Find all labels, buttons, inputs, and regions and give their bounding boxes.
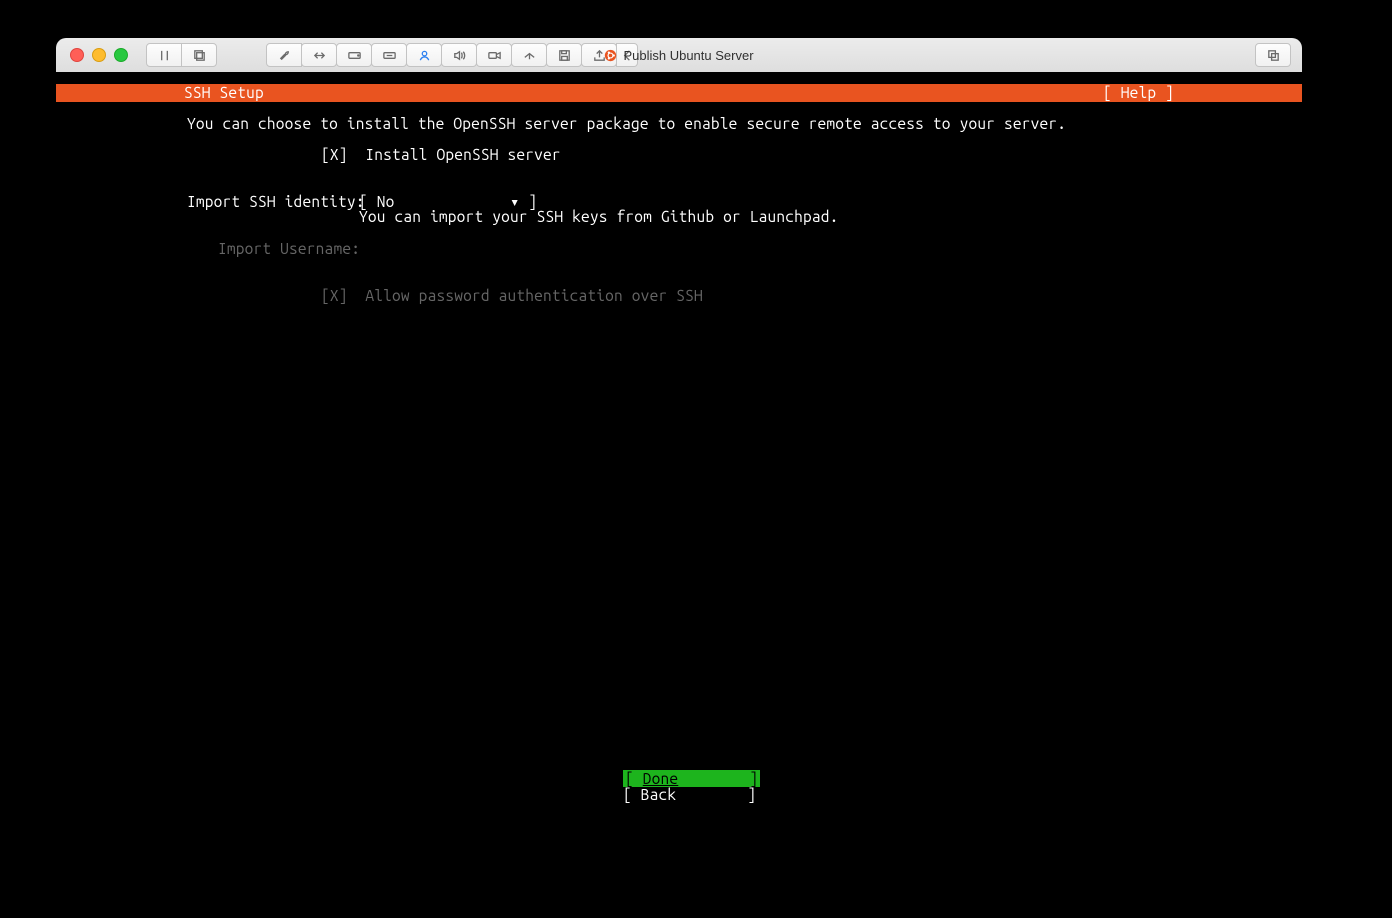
camera-button[interactable]	[476, 43, 512, 67]
windowed-icon	[1266, 48, 1281, 63]
intro-text: You can choose to install the OpenSSH se…	[187, 116, 1066, 132]
help-button[interactable]: [ Help ]	[1103, 85, 1174, 101]
speaker-icon	[452, 48, 467, 63]
floppy-icon	[557, 48, 572, 63]
zoom-window-button[interactable]	[114, 48, 128, 62]
allow-password-checkbox[interactable]: [X] Allow password authentication over S…	[321, 288, 703, 304]
disk-button[interactable]	[336, 43, 372, 67]
drive-icon	[382, 48, 397, 63]
window-controls	[70, 48, 128, 62]
install-openssh-checkbox[interactable]: [X] Install OpenSSH server	[321, 147, 561, 163]
pause-icon	[157, 48, 172, 63]
windowed-mode-button[interactable]	[1255, 43, 1291, 67]
back-label: Back	[641, 786, 677, 803]
more-button[interactable]	[616, 43, 638, 67]
page-title: SSH Setup	[184, 85, 264, 101]
layers-icon	[192, 48, 207, 63]
drive-button[interactable]	[371, 43, 407, 67]
checkbox-mark: [X]	[321, 146, 348, 163]
done-button[interactable]: [ Done ]	[623, 771, 760, 787]
vm-display: SSH Setup [ Help ] You can choose to ins…	[56, 72, 1302, 822]
snapshot-button[interactable]	[181, 43, 217, 67]
vm-window: Publish Ubuntu Server SSH Setup [ Help ]…	[56, 38, 1302, 822]
username-label: Import Username:	[218, 241, 360, 257]
resize-button[interactable]	[301, 43, 337, 67]
network-icon	[522, 48, 537, 63]
checkbox-mark-2: [X]	[321, 287, 348, 304]
titlebar: Publish Ubuntu Server	[56, 38, 1302, 73]
user-icon	[417, 48, 432, 63]
identity-label: Import SSH identity:	[187, 194, 365, 210]
wrench-icon	[277, 48, 292, 63]
window-title: Publish Ubuntu Server	[56, 48, 1302, 63]
chevron-left-icon	[620, 48, 635, 63]
install-openssh-label: Install OpenSSH server	[365, 146, 560, 163]
network-button[interactable]	[511, 43, 547, 67]
hdd-icon	[347, 48, 362, 63]
done-label: Done	[643, 770, 679, 787]
camera-icon	[487, 48, 502, 63]
save-button[interactable]	[546, 43, 582, 67]
back-button[interactable]: [ Back ]	[623, 787, 756, 803]
window-title-text: Publish Ubuntu Server	[623, 48, 753, 63]
user-button[interactable]	[406, 43, 442, 67]
share-icon	[592, 48, 607, 63]
arrows-icon	[312, 48, 327, 63]
identity-hint: You can import your SSH keys from Github…	[359, 209, 839, 225]
sound-button[interactable]	[441, 43, 477, 67]
settings-button[interactable]	[266, 43, 302, 67]
close-window-button[interactable]	[70, 48, 84, 62]
minimize-window-button[interactable]	[92, 48, 106, 62]
allow-password-label: Allow password authentication over SSH	[365, 287, 702, 304]
share-button[interactable]	[581, 43, 617, 67]
pause-vm-button[interactable]	[146, 43, 182, 67]
installer-header: SSH Setup [ Help ]	[56, 84, 1302, 102]
